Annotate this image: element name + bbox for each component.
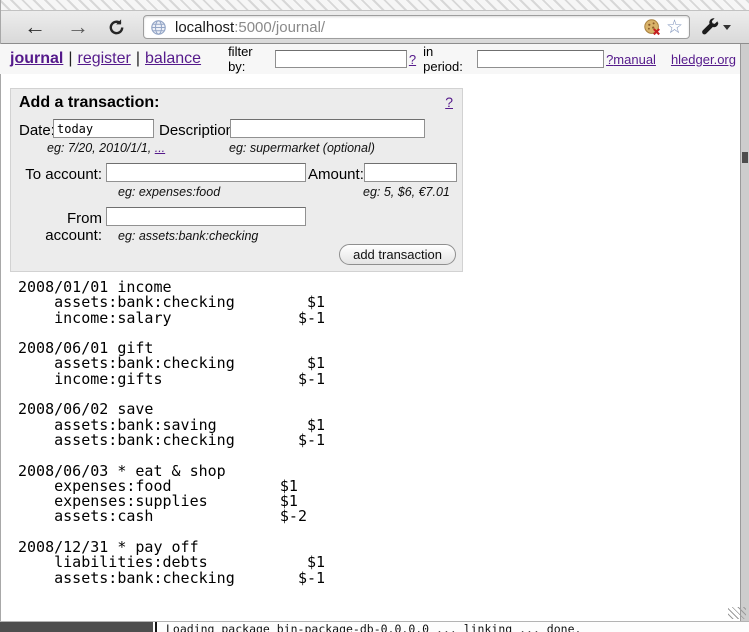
- chevron-down-icon: [723, 25, 731, 30]
- browser-toolbar: ← → localhost:5000/journal/: [0, 11, 749, 44]
- add-transaction-button[interactable]: add transaction: [339, 244, 456, 265]
- url-path: :5000/journal/: [234, 19, 325, 36]
- filter-input[interactable]: [275, 50, 407, 68]
- tab-balance[interactable]: balance: [145, 50, 201, 67]
- filter-help-link[interactable]: ?: [409, 52, 416, 67]
- manual-link[interactable]: manual: [613, 52, 656, 67]
- address-bar[interactable]: localhost:5000/journal/ ☆: [143, 15, 690, 39]
- link-separator: |: [136, 50, 140, 67]
- add-transaction-form: Add a transaction: ? Date: Description: …: [10, 88, 463, 272]
- tab-journal[interactable]: journal: [10, 50, 63, 67]
- hledger-org-link[interactable]: hledger.org: [671, 52, 736, 67]
- forward-button[interactable]: →: [67, 16, 89, 38]
- scrollbar-track[interactable]: [740, 44, 749, 622]
- amount-label: Amount:: [308, 166, 364, 183]
- date-hint: eg: 7/20, 2010/1/1, ...: [47, 141, 165, 155]
- in-period-label: in period:: [423, 44, 471, 74]
- date-label: Date:: [19, 122, 55, 139]
- to-account-input[interactable]: [106, 163, 306, 182]
- filter-by-label: filter by:: [228, 44, 269, 74]
- wrench-icon: [701, 18, 720, 37]
- link-separator: |: [68, 50, 72, 67]
- form-title: Add a transaction:: [19, 94, 159, 112]
- amount-input[interactable]: [364, 163, 457, 182]
- to-account-label: To account:: [11, 166, 102, 183]
- back-button[interactable]: ←: [24, 16, 46, 38]
- reload-icon: [107, 18, 126, 37]
- scrollbar-thumb[interactable]: [742, 152, 748, 163]
- description-input[interactable]: [230, 119, 425, 138]
- external-links: manual hledger.org: [613, 52, 736, 67]
- tab-register[interactable]: register: [78, 50, 131, 67]
- date-hint-more-link[interactable]: ...: [155, 141, 165, 155]
- from-account-label: From account:: [11, 210, 102, 244]
- period-input[interactable]: [477, 50, 604, 68]
- terminal-left-border: [155, 622, 157, 632]
- browser-menu-button[interactable]: [701, 18, 731, 37]
- bookmark-star-icon[interactable]: ☆: [666, 18, 683, 37]
- description-label: Description:: [159, 122, 238, 139]
- form-help-link[interactable]: ?: [445, 94, 453, 110]
- background-terminal-strip: Loading package bin-package-db-0.0.0.0 .…: [0, 621, 749, 632]
- background-dark-area: [0, 622, 153, 632]
- hledger-navbar: journal | register | balance filter by: ? in…: [0, 44, 749, 74]
- date-hint-text: eg: 7/20, 2010/1/1,: [47, 141, 155, 155]
- url-host: localhost: [175, 19, 234, 36]
- terminal-output-text: Loading package bin-package-db-0.0.0.0 .…: [166, 623, 581, 632]
- window-resize-grip[interactable]: [728, 607, 746, 619]
- amount-hint: eg: 5, $6, €7.01: [363, 185, 450, 199]
- from-account-input[interactable]: [106, 207, 306, 226]
- view-links: journal | register | balance: [10, 50, 201, 68]
- window-left-border: [0, 0, 1, 622]
- from-account-hint: eg: assets:bank:checking: [118, 229, 258, 243]
- description-hint: eg: supermarket (optional): [229, 141, 375, 155]
- to-account-hint: eg: expenses:food: [118, 185, 220, 199]
- url-text[interactable]: localhost:5000/journal/: [175, 19, 643, 36]
- globe-icon: [150, 19, 167, 36]
- reload-button[interactable]: [107, 18, 126, 37]
- journal-listing: 2008/01/01 income assets:bank:checking $…: [18, 280, 325, 586]
- date-input[interactable]: [53, 119, 154, 138]
- cookie-blocked-icon[interactable]: [643, 18, 662, 37]
- window-titlebar-stripes[interactable]: [0, 0, 749, 11]
- period-help-link[interactable]: ?: [606, 52, 613, 67]
